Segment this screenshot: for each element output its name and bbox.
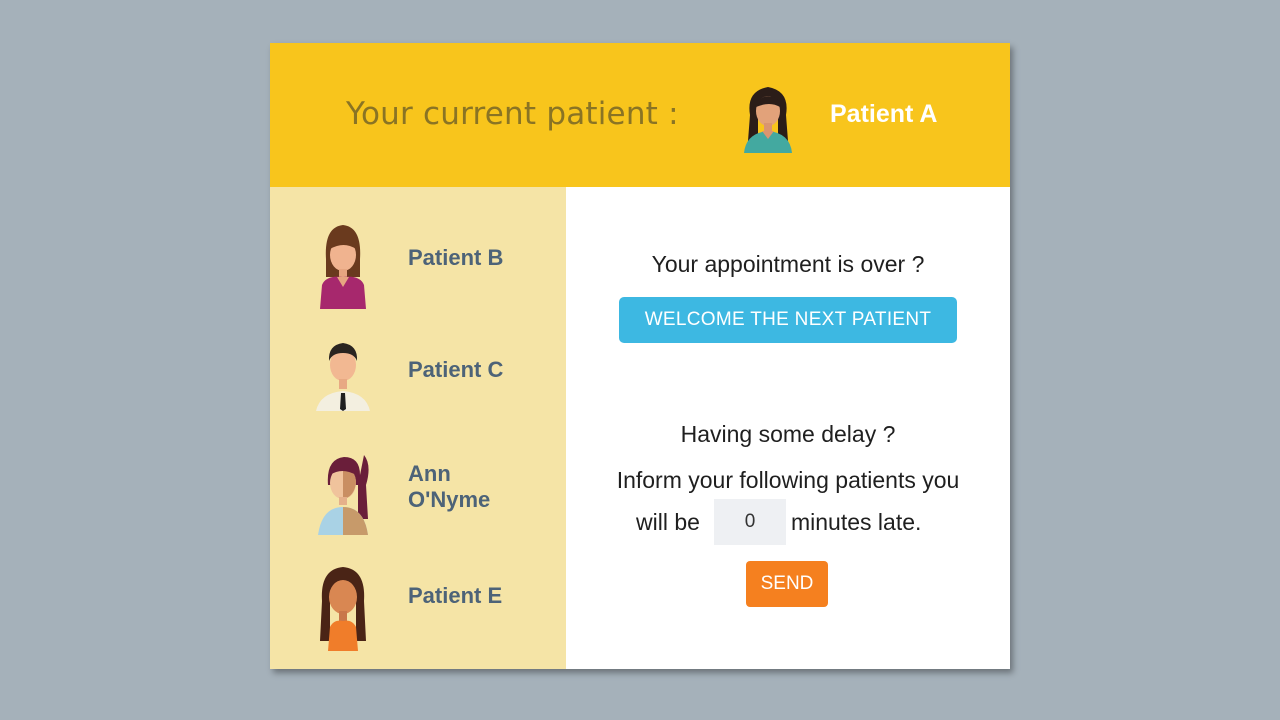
- patient-name: Patient E: [408, 583, 503, 608]
- woman-ponytail-avatar-icon: [318, 455, 369, 535]
- delay-question: Having some delay ?: [680, 421, 896, 447]
- welcome-next-patient-button[interactable]: WELCOME THE NEXT PATIENT: [619, 297, 957, 343]
- girl-braids-avatar-icon: [320, 567, 366, 651]
- delay-minutes-row: will be minutes late.: [566, 497, 1010, 547]
- will-be-label: will be: [636, 509, 700, 535]
- patient-list-item[interactable]: Ann O'Nyme: [270, 443, 566, 543]
- patient-name: Patient B: [408, 245, 504, 270]
- delay-minutes-input[interactable]: [714, 499, 786, 545]
- appointment-panel: Your appointment is over ? WELCOME THE N…: [566, 187, 1010, 669]
- patient-queue-card: Your current patient : Patient A Patient…: [270, 43, 1010, 669]
- waiting-patients-sidebar: Patient B Patient C Ann O'Nyme Patient E: [270, 187, 566, 669]
- patient-list-item[interactable]: Patient B: [270, 217, 566, 317]
- send-delay-button[interactable]: SEND: [746, 561, 828, 607]
- patient-name: Patient C: [408, 357, 504, 382]
- current-patient-name: Patient A: [830, 100, 938, 128]
- woman-teal-shirt-avatar-icon: [744, 87, 792, 153]
- appointment-question: Your appointment is over ?: [651, 251, 925, 277]
- inform-patients-text: Inform your following patients you: [616, 467, 960, 493]
- current-patient-header: Your current patient : Patient A: [270, 43, 1010, 187]
- patient-list-item[interactable]: Patient E: [270, 555, 566, 655]
- patient-name: Ann O'Nyme: [408, 461, 491, 512]
- current-patient-label: Your current patient :: [346, 96, 679, 132]
- patient-list-item[interactable]: Patient C: [270, 329, 566, 429]
- woman-magenta-avatar-icon: [320, 225, 366, 309]
- man-tie-avatar-icon: [316, 343, 370, 411]
- minutes-late-label: minutes late.: [791, 509, 922, 535]
